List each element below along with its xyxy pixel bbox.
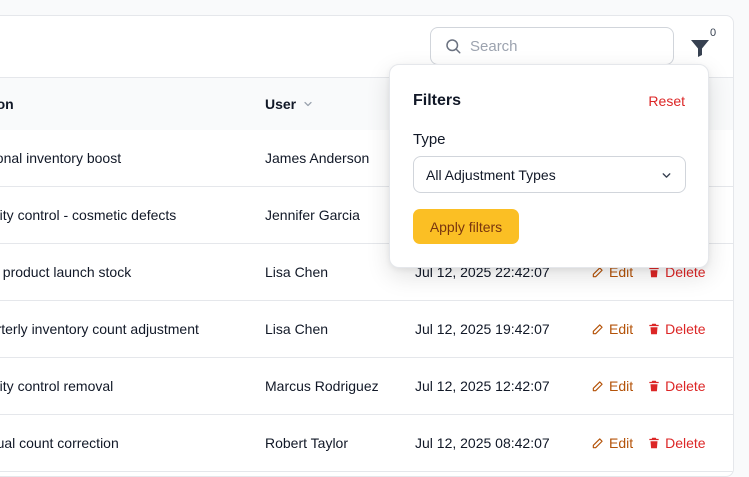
edit-icon [592,438,603,449]
reason-cell: nnual count correction [0,415,233,471]
edit-icon [592,381,603,392]
filter-count-badge: 0 [710,27,717,39]
column-header-reason[interactable]: ason [0,78,14,130]
delete-button[interactable]: Delete [647,435,706,451]
edit-icon [592,324,603,335]
apply-filters-button[interactable]: Apply filters [413,209,519,244]
filter-icon[interactable] [688,36,712,60]
reason-cell: asonal inventory boost [0,130,233,186]
column-header-user[interactable]: User [265,78,314,130]
search-box[interactable] [430,27,674,65]
user-text: Lisa Chen [265,321,329,337]
search-input[interactable] [470,37,660,55]
date-cell: Jul 12, 2025 08:42:07 [415,415,550,471]
edit-button[interactable]: Edit [591,435,633,451]
delete-label: Delete [665,321,706,337]
user-text: Jennifer Garcia [265,207,360,223]
filters-popover: Filters Reset Type All Adjustment Types … [389,64,709,268]
table-row: uarterly inventory count adjustment Lisa … [0,301,733,358]
type-filter-label: Type [413,131,446,148]
user-cell: Lisa Chen [265,244,328,300]
actions-cell: Edit Delete [591,301,706,357]
delete-button[interactable]: Delete [647,378,706,394]
reason-cell: uarterly inventory count adjustment [0,301,233,357]
edit-label: Edit [609,435,634,451]
chevron-down-icon [662,173,671,178]
trash-icon [649,323,659,335]
reason-cell: uality control - cosmetic defects [0,187,233,243]
user-cell: James Anderson [265,130,369,186]
date-cell: Jul 12, 2025 12:42:07 [415,358,550,414]
date-text: Jul 12, 2025 08:42:07 [415,435,550,451]
edit-button[interactable]: Edit [591,378,633,394]
user-text: James Anderson [265,150,370,166]
user-cell: Robert Taylor [265,415,348,471]
user-text: Marcus Rodriguez [265,378,379,394]
reason-text: nnual count correction [0,435,119,451]
column-header-label: ason [0,96,14,112]
type-filter-select[interactable]: All Adjustment Types [413,156,686,193]
user-cell: Marcus Rodriguez [265,358,379,414]
user-text: Lisa Chen [265,264,329,280]
type-filter-value: All Adjustment Types [426,166,556,183]
actions-cell: Edit Delete [591,358,706,414]
edit-button[interactable]: Edit [591,321,633,337]
delete-label: Delete [665,435,706,451]
reason-text: uality control - cosmetic defects [0,207,177,223]
trash-icon [649,437,659,449]
filters-title: Filters [413,92,462,109]
chevron-down-icon [304,101,312,107]
reset-filters-button[interactable]: Reset [648,93,685,109]
table-row: uality control removal Marcus Rodriguez Ju… [0,358,733,415]
reason-text: uality control removal [0,378,114,394]
reason-text: ew product launch stock [0,264,132,280]
table-row: nnual count correction Robert Taylor Jul 1… [0,415,733,472]
reason-cell: uality control removal [0,358,233,414]
edit-label: Edit [609,321,634,337]
reason-text: asonal inventory boost [0,150,122,166]
delete-button[interactable]: Delete [647,321,706,337]
reason-cell: ew product launch stock [0,244,233,300]
user-cell: Jennifer Garcia [265,187,360,243]
user-text: Robert Taylor [265,435,349,451]
actions-cell: Edit Delete [591,415,706,471]
user-cell: Lisa Chen [265,301,328,357]
trash-icon [649,380,659,392]
date-text: Jul 12, 2025 19:42:07 [415,321,550,337]
edit-label: Edit [609,378,634,394]
reason-text: uarterly inventory count adjustment [0,321,199,337]
date-cell: Jul 12, 2025 19:42:07 [415,301,550,357]
column-header-label: User [265,96,297,112]
search-icon [446,39,461,54]
delete-label: Delete [665,378,706,394]
date-text: Jul 12, 2025 12:42:07 [415,378,550,394]
